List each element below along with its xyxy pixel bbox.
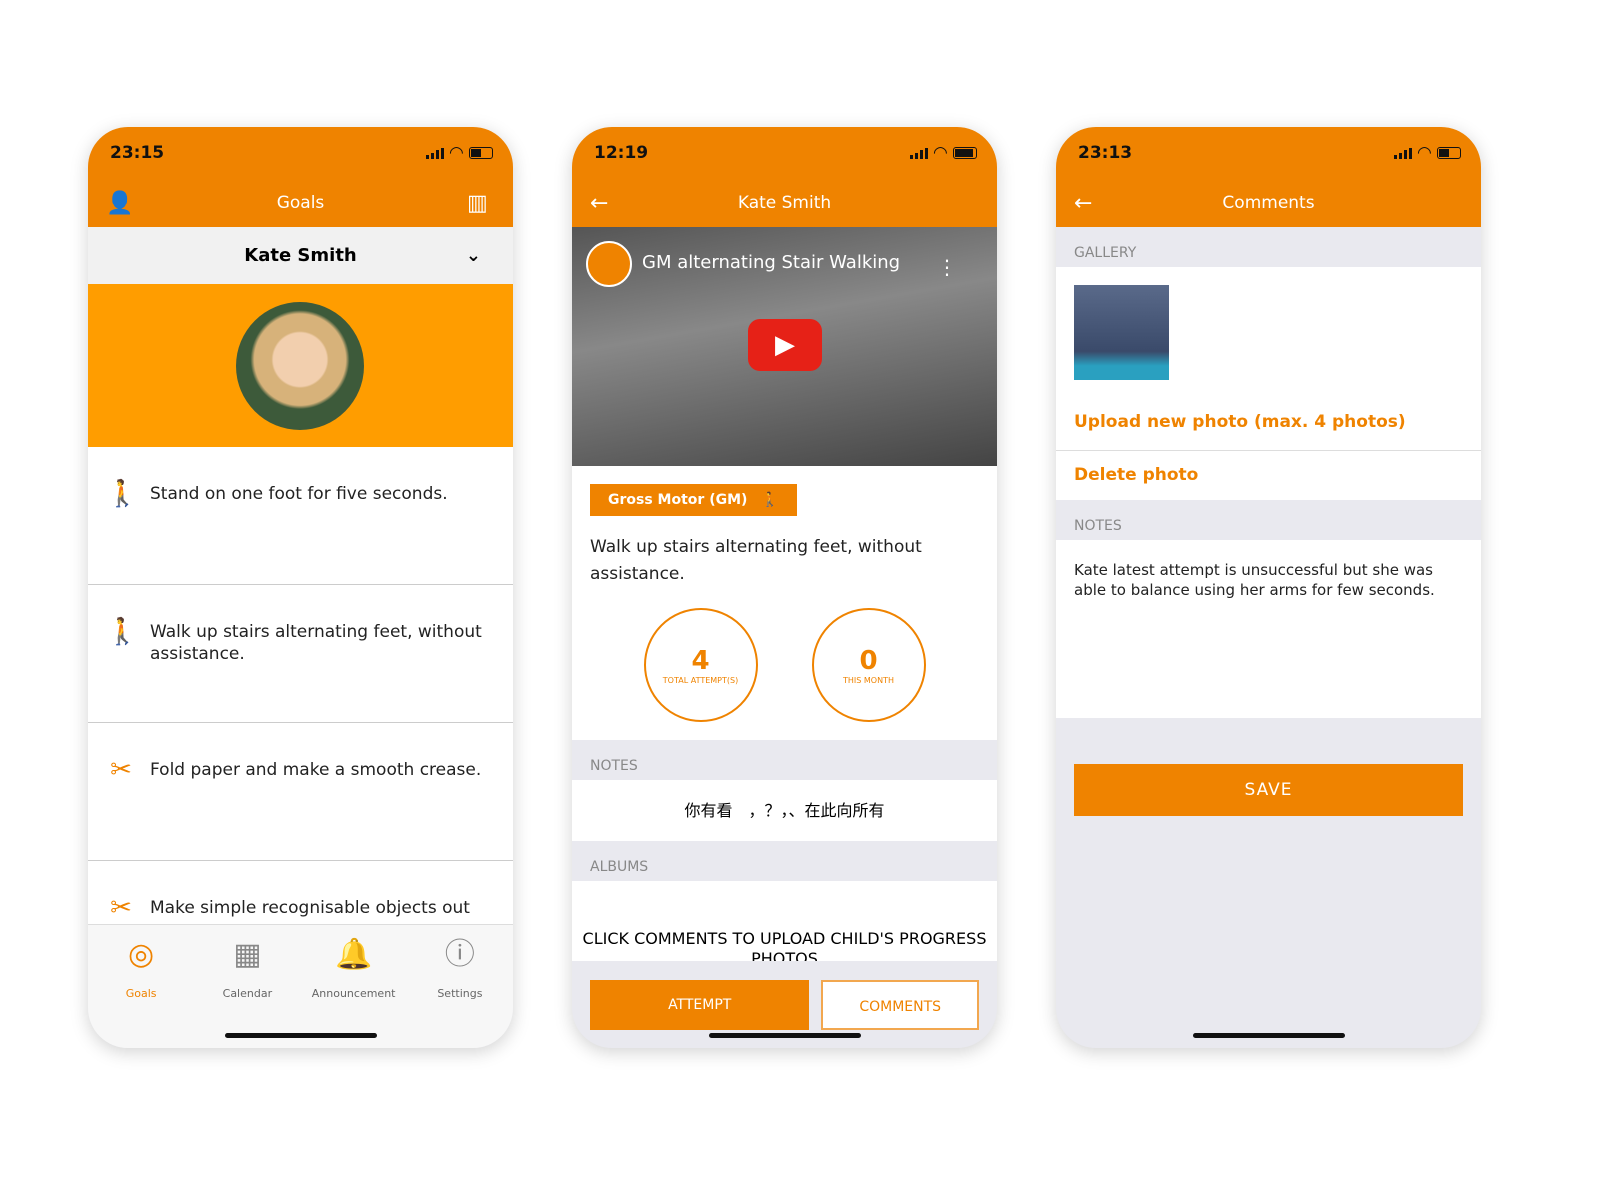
notes-header: NOTES — [1074, 518, 1122, 534]
tab-label: Calendar — [222, 987, 273, 1000]
upload-photo-link[interactable]: Upload new photo (max. 4 photos) — [1074, 412, 1463, 432]
chevron-down-icon: ⌄ — [465, 245, 481, 266]
play-icon[interactable]: ▶ — [748, 319, 822, 371]
time: 23:15 — [110, 143, 165, 163]
gallery-header: GALLERY — [1074, 245, 1137, 261]
back-arrow-icon[interactable]: ← — [1074, 191, 1102, 216]
tab-calendar[interactable]: ▦ Calendar — [194, 935, 300, 1048]
notes-text: 你有看 ，？，、在此向所有 — [572, 780, 997, 841]
goals-screen: 23:15 ◠ 👤 Goals ▥ Kate Smith ⌄ 🚶 Stand on one… — [88, 127, 513, 1048]
calendar-icon: ▦ — [233, 937, 262, 972]
goal-item[interactable]: ✂ Fold paper and make a smooth crease. — [88, 723, 513, 861]
comments-button[interactable]: COMMENTS — [821, 980, 979, 1030]
goal-item[interactable]: 🚶 Walk up stairs alternating feet, withou… — [88, 585, 513, 723]
albums-text: CLICK COMMENTS TO UPLOAD CHILD'S PROGRES… — [572, 881, 997, 961]
month-attempts: 0 THIS MONTH — [811, 608, 926, 722]
tab-goals[interactable]: ◎ Goals — [88, 935, 194, 1048]
wifi-icon: ◠ — [1417, 143, 1431, 163]
page-title: Kate Smith — [737, 193, 832, 213]
tab-label: Announcement — [311, 987, 396, 1000]
profile-icon[interactable]: 👤 — [106, 191, 134, 216]
child-name: Kate Smith — [244, 245, 357, 266]
tab-label: Settings — [437, 987, 483, 1000]
time: 12:19 — [594, 143, 649, 163]
home-indicator — [709, 1033, 861, 1038]
back-arrow-icon[interactable]: ← — [590, 191, 618, 216]
person-icon: 🚶 — [761, 492, 779, 508]
albums-header: ALBUMS — [590, 859, 649, 875]
battery-icon — [953, 147, 977, 159]
delete-photo-link[interactable]: Delete photo — [1056, 450, 1481, 500]
child-selector[interactable]: Kate Smith ⌄ — [88, 227, 513, 284]
video-title: GM alternating Stair Walking — [642, 252, 901, 273]
time: 23:13 — [1078, 143, 1133, 163]
goal-text: Walk up stairs alternating feet, without… — [150, 622, 482, 664]
battery-icon — [469, 147, 493, 159]
chart-icon[interactable]: ▥ — [467, 191, 495, 216]
info-icon: ⓘ — [444, 937, 475, 972]
status-bar: 23:15 ◠ — [88, 127, 513, 179]
total-attempts-label: TOTAL ATTEMPT(S) — [662, 675, 739, 685]
notes-header: NOTES — [590, 758, 638, 774]
tab-bar: ◎ Goals ▦ Calendar 🔔 Announcement ⓘ Settings — [88, 924, 513, 1048]
notes-input[interactable]: Kate latest attempt is unsuccessful but … — [1056, 540, 1481, 718]
goal-text: Fold paper and make a smooth crease. — [150, 760, 482, 780]
person-icon: 🚶 — [106, 479, 139, 509]
signal-icon — [425, 147, 444, 159]
tab-announcement[interactable]: 🔔 Announcement — [301, 935, 407, 1048]
goal-item[interactable]: 🚶 Stand on one foot for five seconds. — [88, 447, 513, 585]
home-indicator — [1193, 1033, 1345, 1038]
tab-settings[interactable]: ⓘ Settings — [407, 935, 513, 1048]
gallery-photo[interactable] — [1074, 285, 1169, 380]
more-icon[interactable]: ⋮ — [937, 255, 957, 279]
wifi-icon: ◠ — [449, 143, 463, 163]
goal-text: Stand on one foot for five seconds. — [150, 484, 448, 504]
tab-label: Goals — [125, 987, 157, 1000]
save-button[interactable]: SAVE — [1074, 764, 1463, 816]
goal-description: Walk up stairs alternating feet, without… — [590, 537, 922, 584]
channel-logo — [586, 241, 632, 287]
signal-icon — [909, 147, 928, 159]
goal-detail-screen: 12:19 ◠ ← Kate Smith GM alternating Stair … — [572, 127, 997, 1048]
status-bar: 23:13 ◠ — [1056, 127, 1481, 179]
attempt-button[interactable]: ATTEMPT — [590, 980, 810, 1030]
scissors-icon: ✂ — [110, 755, 132, 785]
signal-icon — [1393, 147, 1412, 159]
page-title: Comments — [1222, 193, 1315, 213]
battery-icon — [1437, 147, 1461, 159]
month-attempts-label: THIS MONTH — [843, 675, 894, 685]
total-attempts-value: 4 — [691, 645, 710, 676]
video-player[interactable]: GM alternating Stair Walking ⋮ ▶ — [572, 227, 997, 466]
total-attempts: 4 TOTAL ATTEMPT(S) — [643, 608, 758, 722]
avatar — [236, 302, 364, 430]
page-title: Goals — [276, 193, 325, 213]
home-indicator — [225, 1033, 377, 1038]
bell-icon: 🔔 — [334, 937, 373, 972]
person-icon: 🚶 — [106, 617, 139, 647]
status-bar: 12:19 ◠ — [572, 127, 997, 179]
profile-banner — [88, 284, 513, 447]
target-icon: ◎ — [128, 937, 155, 972]
wifi-icon: ◠ — [933, 143, 947, 163]
month-attempts-value: 0 — [859, 645, 878, 676]
category-badge: Gross Motor (GM) 🚶 — [590, 484, 797, 516]
comments-screen: 23:13 ◠ ← Comments GALLERY Upload new phot… — [1056, 127, 1481, 1048]
category-label: Gross Motor (GM) — [608, 492, 748, 508]
